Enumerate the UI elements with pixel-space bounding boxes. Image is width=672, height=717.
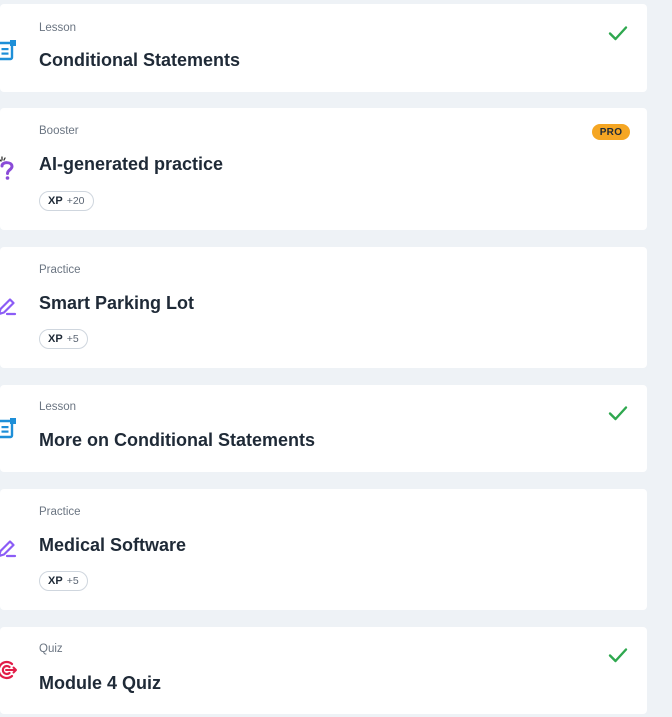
lesson-icon	[0, 415, 20, 441]
item-title: Medical Software	[39, 535, 187, 555]
xp-label: XP	[48, 575, 63, 587]
list-item-medical-software[interactable]: Practice Medical Software XP +5	[0, 489, 647, 610]
xp-value: +20	[66, 195, 85, 207]
item-title: Module 4 Quiz	[39, 673, 162, 693]
practice-pencil-icon	[0, 536, 20, 562]
item-title: AI-generated practice	[39, 154, 224, 174]
item-title: Conditional Statements	[39, 50, 241, 70]
list-item-module-4-quiz[interactable]: Quiz Module 4 Quiz	[0, 627, 647, 714]
xp-label: XP	[48, 333, 63, 345]
item-type-label: Lesson	[39, 22, 77, 34]
xp-label: XP	[48, 195, 63, 207]
item-type-label: Practice	[39, 264, 81, 276]
check-icon	[608, 406, 628, 421]
practice-pencil-icon	[0, 294, 20, 320]
xp-badge: XP +5	[39, 329, 88, 349]
item-type-label: Practice	[39, 506, 81, 518]
list-item-ai-generated-practice[interactable]: Booster AI-generated practice XP +20 PRO	[0, 108, 647, 230]
xp-value: +5	[66, 575, 79, 587]
xp-badge: XP +5	[39, 571, 88, 591]
xp-value: +5	[66, 333, 79, 345]
check-icon	[608, 648, 628, 663]
item-title: More on Conditional Statements	[39, 430, 316, 450]
item-type-label: Quiz	[39, 643, 63, 655]
quiz-target-icon	[0, 657, 20, 683]
item-type-label: Lesson	[39, 401, 77, 413]
xp-badge: XP +20	[39, 191, 94, 211]
pro-badge: PRO	[592, 124, 630, 140]
item-type-label: Booster	[39, 125, 79, 137]
list-item-more-on-conditional-statements[interactable]: Lesson More on Conditional Statements	[0, 385, 647, 472]
item-title: Smart Parking Lot	[39, 293, 195, 313]
list-item-smart-parking-lot[interactable]: Practice Smart Parking Lot XP +5	[0, 247, 647, 368]
check-icon	[608, 26, 628, 41]
booster-question-icon	[0, 156, 20, 182]
lesson-icon	[0, 37, 20, 63]
list-item-conditional-statements[interactable]: Lesson Conditional Statements	[0, 4, 647, 92]
